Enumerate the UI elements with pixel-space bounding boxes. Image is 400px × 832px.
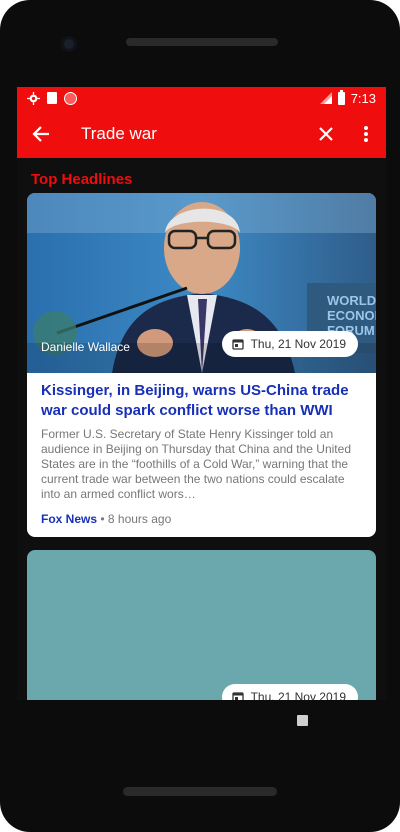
date-text: Thu, 21 Nov 2019 [250, 337, 346, 351]
signal-icon [319, 92, 332, 104]
front-camera [61, 36, 77, 52]
article-time-ago: • 8 hours ago [100, 512, 172, 526]
date-badge: Thu, 21 Nov 2019 [221, 331, 358, 357]
status-left [27, 91, 77, 105]
gear-icon [27, 91, 40, 105]
sd-card-icon [47, 92, 57, 104]
calendar-icon [231, 692, 244, 700]
date-badge: Thu, 21 Nov 2019 [221, 684, 358, 700]
recent-apps-button[interactable] [297, 715, 308, 726]
article-card[interactable]: Thu, 21 Nov 2019 [27, 550, 376, 700]
status-time: 7:13 [350, 90, 376, 106]
status-right: 7:13 [319, 89, 376, 106]
date-text: Thu, 21 Nov 2019 [250, 690, 346, 700]
earpiece-speaker [126, 38, 278, 46]
clear-search-button[interactable] [306, 110, 346, 158]
back-button[interactable] [17, 110, 65, 158]
phone-frame: 7:13 Trade war Top Headlines WORLD ECONO… [0, 0, 400, 832]
app-screen: 7:13 Trade war Top Headlines WORLD ECONO… [17, 87, 386, 700]
article-meta: Fox News • 8 hours ago [27, 502, 376, 526]
bottom-speaker [123, 787, 277, 796]
battery-icon [337, 89, 345, 105]
more-options-button[interactable] [346, 110, 386, 158]
svg-text:WORLD: WORLD [327, 293, 376, 308]
app-bar: Trade war [17, 109, 386, 158]
section-heading: Top Headlines [31, 171, 133, 188]
article-image: WORLD ECONOM FORUM [27, 193, 376, 373]
article-summary: Former U.S. Secretary of State Henry Kis… [41, 427, 351, 501]
close-icon [319, 126, 333, 141]
article-headline[interactable]: Kissinger, in Beijing, warns US-China tr… [27, 373, 376, 421]
article-source[interactable]: Fox News [41, 512, 97, 526]
status-bar: 7:13 [17, 87, 386, 109]
calendar-icon [231, 339, 244, 350]
svg-text:ECONOM: ECONOM [327, 308, 376, 323]
search-query-title[interactable]: Trade war [81, 124, 306, 144]
article-card[interactable]: WORLD ECONOM FORUM [27, 193, 376, 537]
more-vert-icon [364, 125, 368, 142]
article-author: Danielle Wallace [41, 340, 130, 354]
arrow-back-icon [32, 125, 49, 142]
recording-icon [64, 91, 77, 105]
